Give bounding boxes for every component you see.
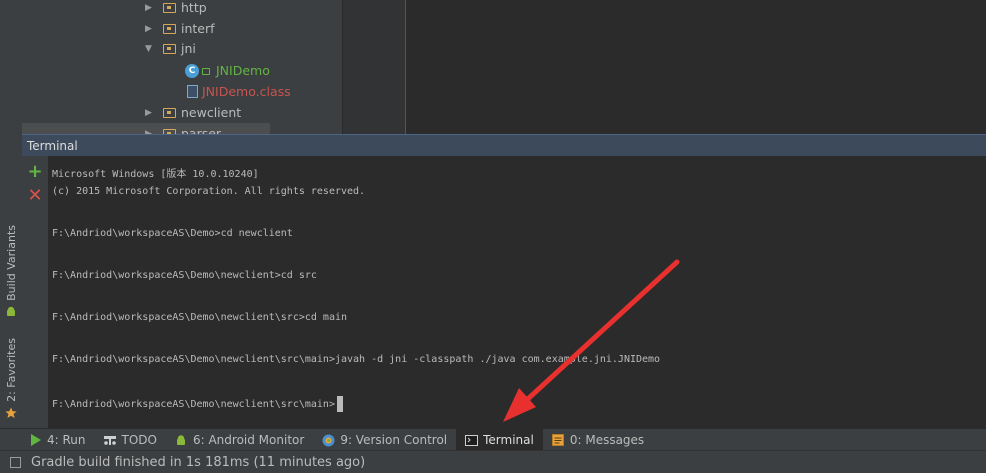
- tree-item-label: http: [181, 0, 207, 15]
- messages-icon: [552, 434, 565, 447]
- tool-windows-toggle-icon[interactable]: [10, 456, 21, 468]
- tree-item-label: JNIDemo: [216, 63, 270, 78]
- tree-item-newclient[interactable]: ▶ newclient: [145, 102, 241, 123]
- star-icon: [4, 406, 18, 420]
- tab-run[interactable]: 4: Run: [20, 429, 95, 451]
- build-variants-tab[interactable]: Build Variants: [0, 225, 22, 319]
- tree-item-label: jni: [181, 41, 196, 56]
- status-bar: Gradle build finished in 1s 181ms (11 mi…: [0, 450, 986, 473]
- terminal-prompt-line: F:\Andriod\workspaceAS\Demo\newclient\sr…: [52, 396, 343, 412]
- tab-label: 6: Android Monitor: [192, 433, 305, 447]
- status-text: Gradle build finished in 1s 181ms (11 mi…: [31, 454, 366, 470]
- android-icon: [4, 305, 18, 319]
- terminal-toolbar: + ✕: [22, 156, 48, 428]
- run-icon: [29, 434, 42, 447]
- terminal-line: F:\Andriod\workspaceAS\Demo\newclient>cd…: [52, 270, 317, 281]
- folder-icon: [163, 23, 176, 34]
- tab-label: Terminal: [483, 433, 534, 447]
- tab-android-monitor[interactable]: 6: Android Monitor: [166, 429, 313, 451]
- terminal-line: F:\Andriod\workspaceAS\Demo>cd newclient: [52, 228, 293, 239]
- tree-item-label: interf: [181, 21, 215, 36]
- tree-item-jnidemo[interactable]: C JNIDemo: [185, 60, 270, 81]
- collapsed-arrow-icon: ▶: [145, 107, 152, 118]
- tree-item-parser[interactable]: ▶ parser: [22, 123, 270, 134]
- tool-window-tabs: 4: Run TODO 6: Android Monitor 9: Versio…: [0, 428, 986, 451]
- class-icon: C: [185, 63, 199, 78]
- collapsed-arrow-icon: ▶: [145, 2, 152, 13]
- editor-area[interactable]: [343, 0, 986, 134]
- collapsed-arrow-icon: ▶: [145, 23, 152, 34]
- terminal-output[interactable]: Microsoft Windows [版本 10.0.10240] (c) 20…: [48, 156, 986, 428]
- tab-label: 9: Version Control: [340, 433, 448, 447]
- tree-item-http[interactable]: ▶ http: [145, 0, 207, 18]
- terminal-title: Terminal: [27, 138, 78, 153]
- terminal-cursor: [336, 396, 343, 412]
- terminal-line: F:\Andriod\workspaceAS\Demo\newclient\sr…: [52, 354, 661, 365]
- tree-item-label: JNIDemo.class: [202, 84, 291, 99]
- tab-terminal[interactable]: Terminal: [456, 429, 543, 451]
- terminal-icon: [465, 434, 479, 447]
- left-tool-strip: Build Variants 2: Favorites: [0, 0, 23, 428]
- project-panel: ▶ http ▶ interf ▼ jni C JNIDemo JNIDemo.…: [22, 0, 343, 134]
- editor-gutter: [343, 0, 406, 134]
- todo-icon: [104, 434, 117, 447]
- tab-label: 0: Messages: [569, 433, 645, 447]
- terminal-line: F:\Andriod\workspaceAS\Demo\newclient\sr…: [52, 312, 348, 323]
- lock-icon: [202, 68, 210, 75]
- tab-messages[interactable]: 0: Messages: [543, 429, 653, 451]
- version-control-icon: [322, 434, 335, 447]
- class-file-icon: [187, 85, 198, 98]
- terminal-header: Terminal: [22, 134, 986, 156]
- terminal-line: (c) 2015 Microsoft Corporation. All righ…: [52, 186, 366, 197]
- terminal-line: F:\Andriod\workspaceAS\Demo\newclient\sr…: [52, 399, 335, 410]
- tree-item-jnidemo-class[interactable]: JNIDemo.class: [187, 81, 291, 102]
- android-icon: [175, 434, 188, 447]
- new-session-plus-icon[interactable]: +: [27, 163, 43, 181]
- tree-item-interf[interactable]: ▶ interf: [145, 18, 215, 39]
- tree-item-label: newclient: [181, 105, 242, 120]
- favorites-label: 2: Favorites: [4, 338, 18, 402]
- tree-item-label: parser: [181, 126, 222, 134]
- tab-label: TODO: [121, 433, 157, 447]
- tree-item-jni[interactable]: ▼ jni: [145, 38, 196, 59]
- favorites-tab[interactable]: 2: Favorites: [0, 338, 22, 420]
- folder-icon: [163, 107, 176, 118]
- tab-label: 4: Run: [47, 433, 86, 447]
- folder-icon: [163, 43, 176, 54]
- build-variants-label: Build Variants: [4, 225, 18, 301]
- terminal-line: Microsoft Windows [版本 10.0.10240]: [52, 169, 259, 180]
- tab-todo[interactable]: TODO: [95, 429, 166, 451]
- expanded-arrow-icon: ▼: [145, 43, 152, 54]
- folder-icon: [163, 2, 176, 13]
- tab-version-control[interactable]: 9: Version Control: [313, 429, 456, 451]
- close-session-icon[interactable]: ✕: [27, 187, 43, 205]
